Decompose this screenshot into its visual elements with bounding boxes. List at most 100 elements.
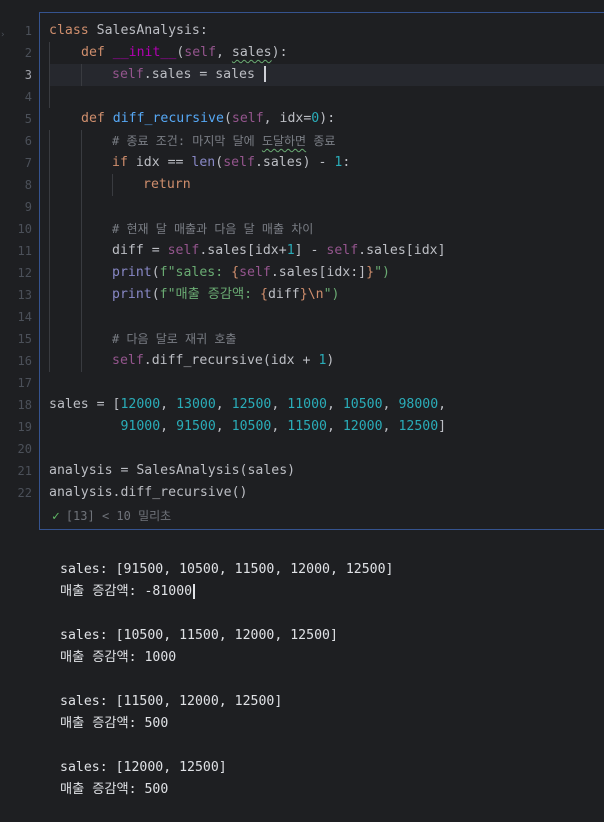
token: 91000	[120, 419, 161, 434]
token: 98000	[398, 397, 439, 412]
line-number: 1	[24, 24, 32, 38]
token: diff =	[112, 243, 168, 258]
token: idx ==	[127, 155, 192, 170]
token: self	[167, 243, 200, 258]
token: def	[81, 45, 105, 60]
token: 11500	[287, 419, 327, 434]
token: 1	[286, 243, 295, 258]
code-line-1[interactable]: class SalesAnalysis:	[49, 20, 208, 42]
token: 도달하면	[261, 134, 307, 148]
token: self	[239, 265, 271, 280]
token: 종료	[306, 134, 336, 148]
code-line-13[interactable]: print(f"매출 증감액: {diff}\n")	[112, 284, 339, 306]
code-line-19[interactable]: 91000, 91500, 10500, 11500, 12000, 12500…	[49, 416, 446, 438]
code-line-22[interactable]: analysis.diff_recursive()	[49, 482, 248, 504]
line-number: 21	[17, 464, 32, 478]
line-number: 2	[24, 46, 32, 60]
token: len	[191, 155, 216, 170]
token: sales	[231, 45, 272, 60]
token: ,	[438, 397, 447, 412]
token: self	[112, 67, 144, 82]
token: diff	[267, 287, 300, 302]
token: ,	[160, 419, 177, 434]
token: # 현재 달 매출과 다음 달 매출 차이	[112, 222, 314, 236]
line-number: 5	[24, 112, 32, 126]
token: analysis.diff_recursive()	[49, 485, 248, 500]
line-number: 7	[24, 156, 32, 170]
token: print	[112, 287, 152, 302]
code-line-10[interactable]: # 현재 달 매출과 다음 달 매출 차이	[112, 218, 313, 240]
line-number: 6	[24, 134, 32, 148]
token: )	[326, 353, 335, 368]
token: ,	[326, 419, 343, 434]
code-line-21[interactable]: analysis = SalesAnalysis(sales)	[49, 460, 295, 482]
code-line-7[interactable]: if idx == len(self.sales) - 1:	[112, 152, 350, 174]
execution-time: [13] < 10 밀리초	[65, 509, 172, 523]
token: .diff_recursive(idx +	[143, 353, 319, 368]
token: \n	[307, 287, 324, 302]
token: ,	[216, 45, 232, 60]
output-line: 매출 증감액: 500	[60, 716, 169, 731]
code-line-12[interactable]: print(f"sales: {self.sales[idx:]}")	[112, 262, 390, 284]
token: ")	[374, 265, 390, 280]
code-line-15[interactable]: # 다음 달로 재귀 호출	[112, 328, 236, 350]
code-line-3[interactable]: self.sales = sales	[112, 64, 266, 86]
line-number: 12	[17, 266, 32, 280]
token: self	[326, 243, 359, 258]
code-line-8[interactable]: return	[143, 174, 191, 196]
output-line: sales: [91500, 10500, 11500, 12000, 1250…	[60, 562, 394, 577]
code-line-11[interactable]: diff = self.sales[idx+1] - self.sales[id…	[112, 240, 446, 262]
token: ,	[326, 397, 343, 412]
token: , idx=	[263, 111, 312, 126]
token: .sales = sales	[143, 67, 263, 82]
code-line-5[interactable]: def diff_recursive(self, idx=0):	[81, 108, 335, 130]
execution-status: ✓ [13] < 10 밀리초	[52, 506, 171, 526]
indent-guide	[49, 130, 50, 372]
code-line-2[interactable]: def __init__(self, sales):	[81, 42, 288, 64]
token: ,	[271, 419, 288, 434]
token: self	[231, 111, 264, 126]
token: ] -	[294, 243, 327, 258]
token: f"매출 증감액:	[159, 287, 261, 302]
code-line-18[interactable]: sales = [12000, 13000, 12500, 11000, 105…	[49, 394, 446, 416]
token: ,	[382, 397, 399, 412]
token: ]	[438, 419, 447, 434]
token: self	[184, 45, 217, 60]
token: f"sales:	[159, 265, 232, 280]
line-number: 13	[17, 288, 32, 302]
token: return	[143, 177, 191, 192]
line-number: 22	[17, 486, 32, 500]
token: sales = [	[49, 397, 121, 412]
token: .sales[idx:]	[270, 265, 367, 280]
code-line-16[interactable]: self.diff_recursive(idx + 1)	[112, 350, 334, 372]
token: 13000	[176, 397, 216, 412]
code-line-6[interactable]: # 종료 조건: 마지막 달에 도달하면 종료	[112, 130, 335, 152]
token: print	[112, 265, 152, 280]
token: {	[231, 265, 240, 280]
output-text: 매출 증감액: -81000	[60, 584, 193, 599]
line-number: 11	[17, 244, 32, 258]
output-line: 매출 증감액: 1000	[60, 650, 177, 665]
token: def	[81, 111, 105, 126]
token: class	[49, 23, 89, 38]
token: self	[223, 155, 255, 170]
token: __init__	[112, 45, 177, 60]
token: .sales[idx+	[199, 243, 287, 258]
token: ,	[215, 419, 232, 434]
line-number: 19	[17, 420, 32, 434]
token: analysis = SalesAnalysis(sales)	[49, 463, 296, 478]
line-number: 20	[17, 442, 32, 456]
line-number: 16	[17, 354, 32, 368]
token: ,	[160, 397, 177, 412]
token: ")	[323, 287, 340, 302]
token: .sales) -	[254, 155, 335, 170]
token: 10500	[231, 419, 272, 434]
output-line: sales: [10500, 11500, 12000, 12500]	[60, 628, 338, 643]
token: 91500	[176, 419, 216, 434]
token: }	[299, 287, 308, 302]
line-number: 14	[17, 310, 32, 324]
token: (	[151, 265, 160, 280]
token: (	[215, 155, 224, 170]
line-number: 15	[17, 332, 32, 346]
